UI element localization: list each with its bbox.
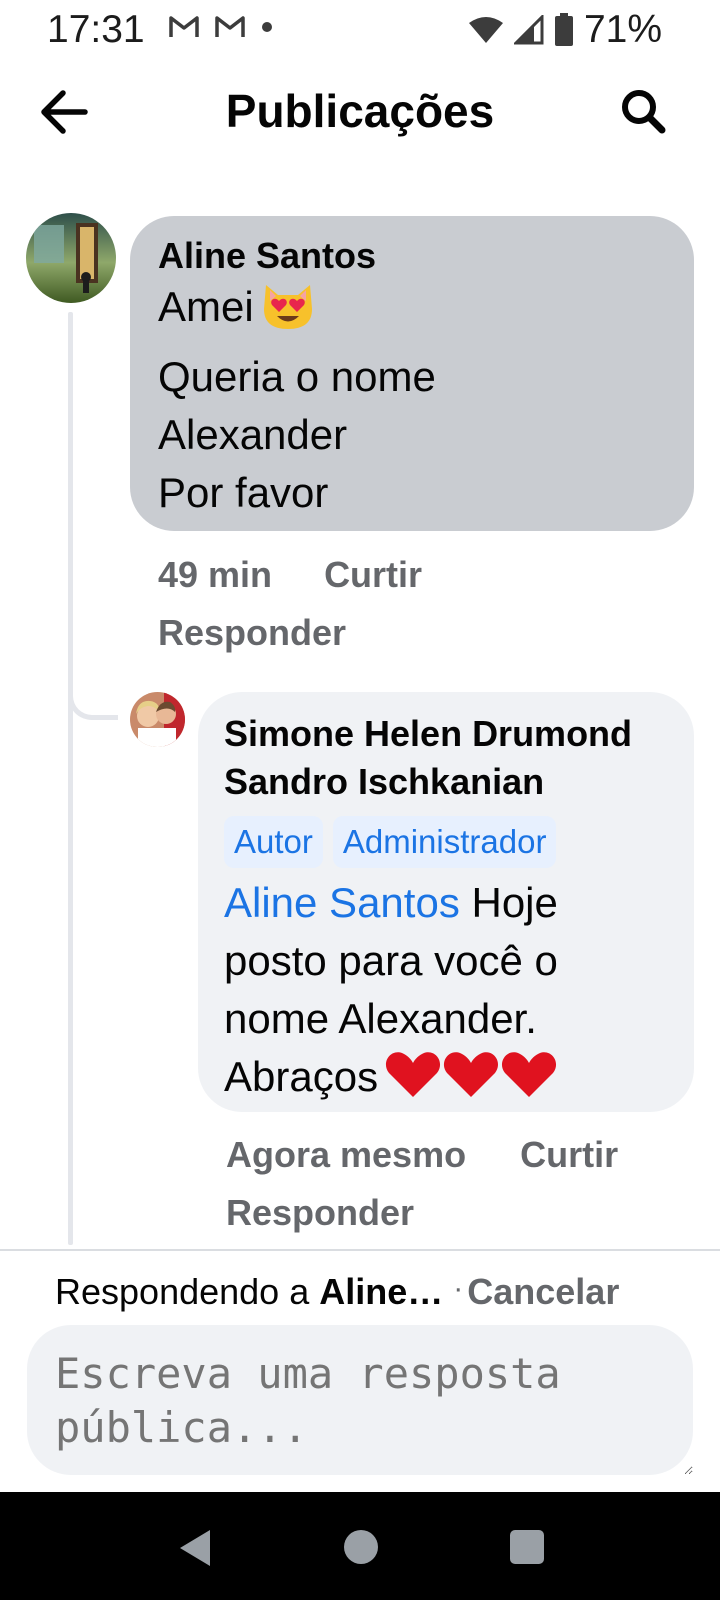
divider: [0, 1249, 720, 1251]
mention-link[interactable]: Aline Santos: [224, 879, 460, 926]
notification-icons: [168, 14, 274, 40]
reply-author[interactable]: Simone Helen Drumond Sandro Ischkanian: [224, 710, 668, 806]
reply-meta: Agora mesmo Curtir Responder: [226, 1126, 666, 1242]
reply-bubble[interactable]: Simone Helen Drumond Sandro Ischkanian A…: [198, 692, 694, 1112]
comment-bubble[interactable]: Aline Santos Amei Queria o nome Alexande…: [130, 216, 694, 531]
comment-meta: 49 min Curtir Responder: [158, 546, 578, 662]
gmail-icon: [215, 16, 245, 37]
reply-button[interactable]: Responder: [158, 612, 346, 653]
reply-input[interactable]: [27, 1325, 693, 1475]
battery-percent: 71%: [583, 8, 662, 51]
dot-icon: [262, 22, 272, 32]
nav-recents-icon[interactable]: [510, 1530, 544, 1564]
avatar[interactable]: [26, 213, 116, 303]
search-button[interactable]: [614, 82, 672, 140]
separator: ·: [453, 1272, 464, 1305]
page-title: Publicações: [225, 85, 495, 137]
thread-line: [68, 312, 73, 1245]
badge-author: Autor: [224, 816, 323, 868]
nav-back-icon[interactable]: [178, 1528, 212, 1568]
like-button[interactable]: Curtir: [324, 554, 422, 595]
comment-lines: Queria o nome Alexander Por favor: [158, 353, 436, 516]
reply-like-button[interactable]: Curtir: [520, 1134, 618, 1175]
reply-text: Aline Santos Hoje posto para você o nome…: [224, 874, 668, 1106]
avatar-image: [26, 213, 116, 303]
reply-avatar-image: [130, 692, 185, 747]
replying-prefix: Respondendo a: [55, 1271, 310, 1312]
replying-to-name: Aline…: [319, 1271, 444, 1312]
gmail-icon: [169, 16, 199, 37]
comment-time: 49 min: [158, 554, 273, 595]
status-bar: 17:31 71%: [0, 0, 720, 60]
nav-home-icon[interactable]: [344, 1530, 378, 1564]
reply-reply-button[interactable]: Responder: [226, 1192, 414, 1233]
red-heart-emoji: [384, 1049, 558, 1101]
comment-author[interactable]: Aline Santos: [158, 234, 666, 278]
comment-text: Amei Queria o nome Alexander Por favor: [158, 278, 666, 522]
status-time: 17:31: [47, 8, 145, 51]
search-icon: [622, 90, 666, 134]
reply-avatar[interactable]: [130, 692, 185, 747]
header: Publicações: [0, 62, 720, 162]
reply-time: Agora mesmo: [226, 1134, 467, 1175]
wifi-icon: [468, 17, 503, 43]
cancel-reply-button[interactable]: Cancelar: [467, 1271, 619, 1312]
heart-eyes-cat-emoji: [260, 279, 316, 348]
status-right: 71%: [468, 8, 662, 52]
comment-line: Amei: [158, 283, 254, 330]
signal-icon: [513, 15, 544, 45]
replying-to-bar: Respondendo a Aline… · Cancelar: [55, 1264, 695, 1317]
system-nav-bar: [0, 1492, 720, 1600]
battery-icon: [554, 13, 573, 46]
author-badges: Autor Administrador: [224, 816, 668, 868]
reply-connector: [68, 660, 118, 720]
badge-admin: Administrador: [332, 816, 557, 868]
